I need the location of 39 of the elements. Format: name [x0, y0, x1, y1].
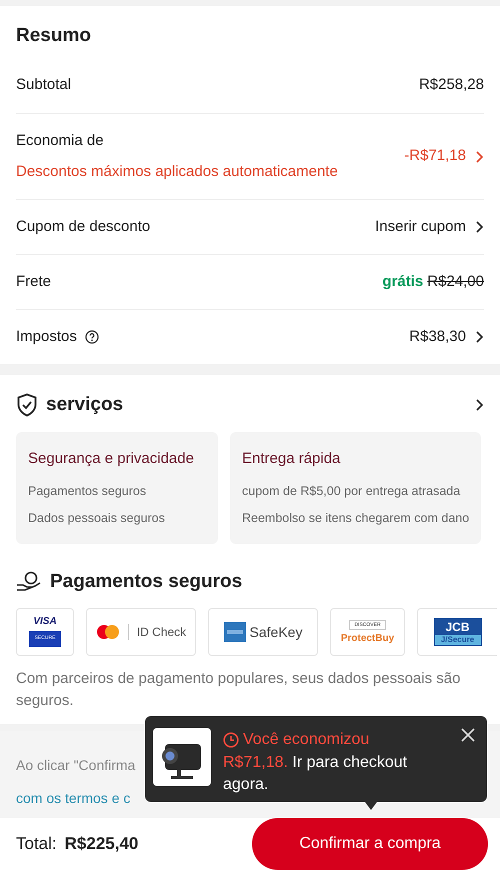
old-shipping-price: R$24,00	[427, 272, 484, 292]
popup-headline: Você economizou	[243, 730, 370, 750]
total-amount: R$225,40	[64, 833, 138, 856]
row-label: Economia de	[16, 131, 104, 152]
services-title: serviços	[46, 393, 124, 418]
service-line: Dados pessoais seguros	[28, 510, 166, 527]
total-label: Total:	[16, 833, 57, 856]
close-button[interactable]	[461, 728, 475, 742]
jcb-secure-logo: JCB J/Secure	[417, 608, 497, 656]
popup-message: R$71,18. Ir para checkout agora.	[223, 753, 408, 795]
service-title: Segurança e privacidade	[28, 448, 195, 469]
row-label: Subtotal	[16, 75, 72, 96]
row-label: Cupom de desconto	[16, 216, 150, 237]
service-line: cupom de R$5,00 por entrega atrasada	[242, 483, 462, 500]
amex-safekey-logo: SafeKey	[208, 608, 318, 656]
payments-title: Pagamentos seguros	[50, 570, 242, 594]
free-shipping-label: grátis	[382, 272, 424, 292]
service-card[interactable]: Entrega rápida cupom de R$5,00 por entrega atrasada Reembolso se itens chegarem com dano	[230, 432, 482, 544]
row-value: R$38,30	[409, 326, 466, 347]
payments-note: Com parceiros de pagamento populares, seus dados pessoais são seguros.	[16, 669, 462, 712]
row-value: Inserir cupom	[375, 216, 466, 237]
clock-icon	[223, 732, 239, 748]
shield-check-icon	[16, 393, 38, 418]
mastercard-id-check-logo: ID Check	[86, 608, 196, 656]
discount-value: -R$71,18	[404, 146, 466, 166]
hand-coin-icon	[16, 570, 42, 593]
service-title: Entrega rápida	[242, 448, 342, 469]
discount-note: Descontos máximos aplicados automaticamente	[16, 162, 338, 182]
service-line: Pagamentos seguros	[28, 483, 148, 500]
chevron-right-icon	[474, 399, 484, 412]
row-label: Impostos	[16, 326, 77, 347]
service-card[interactable]: Segurança e privacidade Pagamentos seguros Dados pessoais seguros	[16, 432, 218, 544]
summary-title: Resumo	[16, 24, 92, 48]
terms-text: Ao clicar "Confirma	[16, 756, 136, 776]
help-icon	[84, 330, 99, 344]
service-line: Reembolso se itens chegarem com dano	[242, 510, 470, 527]
row-label: Frete	[16, 272, 52, 292]
confirm-purchase-button[interactable]: Confirmar a compra	[252, 818, 488, 870]
row-value: R$258,28	[418, 75, 484, 96]
